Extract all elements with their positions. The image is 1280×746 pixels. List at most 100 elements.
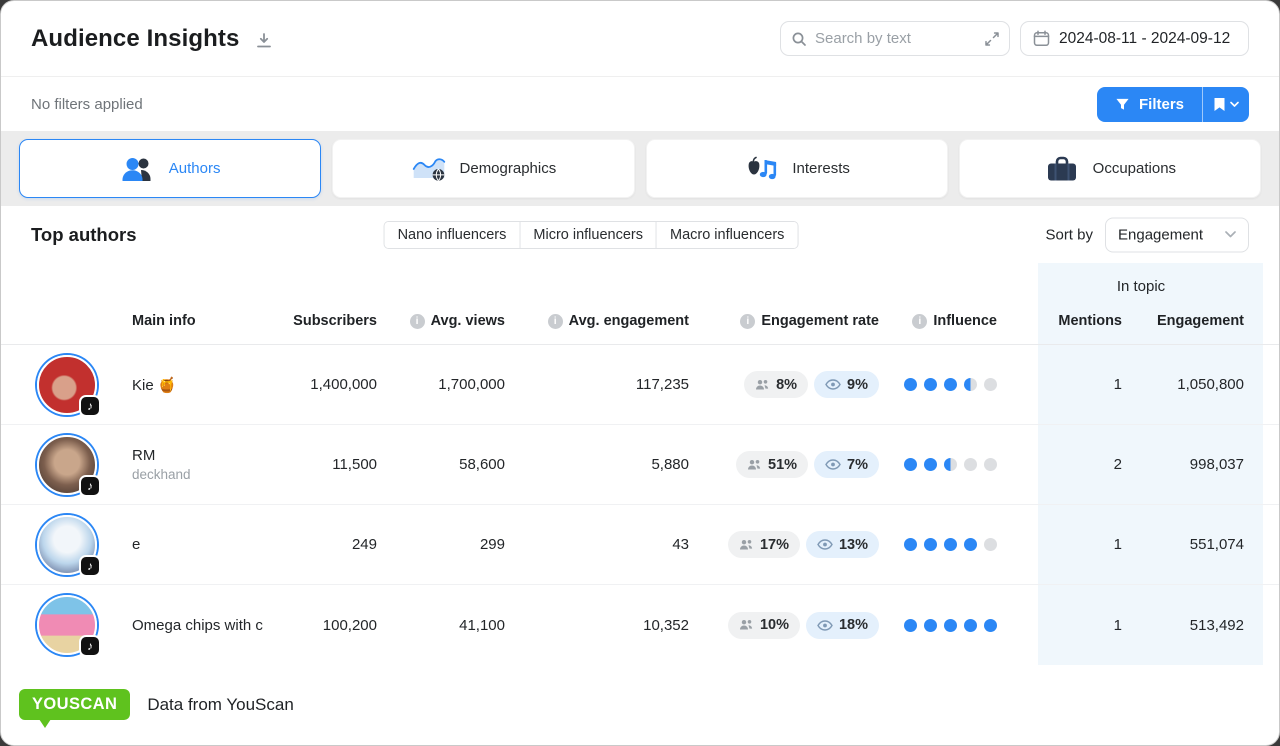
chevron-down-icon: [1230, 101, 1239, 108]
col-engagement: Engagement: [1122, 313, 1263, 344]
tab-authors-label: Authors: [169, 160, 221, 177]
subscribers-value: 100,200: [297, 617, 377, 634]
influence-dot: [984, 378, 997, 391]
topic-engagement-value: 1,050,800: [1122, 376, 1263, 393]
footer: YOUSCAN Data from YouScan: [1, 665, 1279, 720]
members-rate-badge: 10%: [728, 612, 800, 639]
download-icon[interactable]: [255, 32, 273, 50]
segment-micro-influencers[interactable]: Micro influencers: [520, 222, 657, 248]
members-icon: [739, 619, 754, 631]
mentions-value: 1: [1038, 536, 1122, 553]
tiktok-icon: ♪: [79, 395, 101, 417]
influence-dot: [964, 619, 977, 632]
filter-bar: No filters applied Filters: [1, 77, 1279, 131]
author-row[interactable]: ♪ Kie 🍯 1,400,000 1,700,000 117,235 8% 9…: [1, 345, 1279, 425]
tab-interests[interactable]: Interests: [646, 139, 948, 198]
members-icon: [747, 459, 762, 471]
topic-engagement-value: 513,492: [1122, 617, 1263, 634]
tab-demographics[interactable]: Demographics: [332, 139, 634, 198]
col-subscribers: Subscribers: [297, 313, 377, 344]
info-icon[interactable]: i: [912, 314, 927, 329]
tab-occupations-label: Occupations: [1093, 160, 1176, 177]
top-authors-table: In topic Main info Subscribers iAvg. vie…: [1, 263, 1279, 665]
avatar[interactable]: ♪: [37, 515, 97, 575]
influence-dot: [904, 619, 917, 632]
mentions-value: 2: [1038, 456, 1122, 473]
segment-macro-influencers[interactable]: Macro influencers: [657, 222, 797, 248]
tiktok-icon: ♪: [79, 555, 101, 577]
views-rate-badge: 18%: [806, 612, 879, 639]
mentions-value: 1: [1038, 617, 1122, 634]
influence-dot: [964, 458, 977, 471]
influence-dot: [984, 458, 997, 471]
author-row[interactable]: ♪ RMdeckhand 11,500 58,600 5,880 51% 7% …: [1, 425, 1279, 505]
author-name: Kie 🍯: [132, 376, 297, 394]
top-bar: Audience Insights 2024-08-11 - 2024-09-1…: [1, 1, 1279, 77]
influence-dot: [944, 458, 957, 471]
influence-dot: [924, 538, 937, 551]
filters-button[interactable]: Filters: [1097, 87, 1202, 122]
influence-dot: [944, 538, 957, 551]
date-range-picker[interactable]: 2024-08-11 - 2024-09-12: [1020, 21, 1249, 56]
funnel-icon: [1115, 97, 1130, 112]
author-row[interactable]: ♪ e 249 299 43 17% 13% 1 551,074: [1, 505, 1279, 585]
avg-views-value: 58,600: [377, 456, 505, 473]
author-name: Omega chips with c: [132, 617, 297, 634]
table-header-row: Main info Subscribers iAvg. views iAvg. …: [1, 263, 1279, 345]
subscribers-value: 249: [297, 536, 377, 553]
influence-dot: [924, 378, 937, 391]
avg-views-value: 299: [377, 536, 505, 553]
influence-dot: [904, 458, 917, 471]
col-main-info: Main info: [117, 313, 297, 344]
influence-dots: [879, 538, 997, 551]
section-title: Top authors: [31, 224, 137, 246]
avatar[interactable]: ♪: [37, 595, 97, 655]
search-input[interactable]: [815, 30, 977, 47]
influence-dot: [904, 378, 917, 391]
eye-icon: [825, 459, 841, 470]
influence-dot: [924, 619, 937, 632]
tab-strip: Authors Demographics Interests: [1, 131, 1279, 206]
avatar[interactable]: ♪: [37, 355, 97, 415]
saved-filters-button[interactable]: [1202, 87, 1249, 122]
avg-engagement-value: 10,352: [505, 617, 689, 634]
segment-nano-influencers[interactable]: Nano influencers: [385, 222, 521, 248]
influence-dot: [944, 619, 957, 632]
members-rate-badge: 8%: [744, 371, 808, 398]
subscribers-value: 11,500: [297, 456, 377, 473]
info-icon[interactable]: i: [740, 314, 755, 329]
col-avg-engagement: iAvg. engagement: [505, 313, 689, 344]
members-icon: [739, 539, 754, 551]
author-name: e: [132, 536, 297, 553]
search-box: [780, 21, 1010, 56]
tiktok-icon: ♪: [79, 635, 101, 657]
info-icon[interactable]: i: [410, 314, 425, 329]
tab-authors[interactable]: Authors: [19, 139, 321, 198]
author-row[interactable]: ♪ Omega chips with c 100,200 41,100 10,3…: [1, 585, 1279, 665]
youscan-logo: YOUSCAN: [19, 689, 130, 720]
tiktok-icon: ♪: [79, 475, 101, 497]
tab-occupations[interactable]: Occupations: [959, 139, 1261, 198]
authors-icon: [120, 155, 156, 183]
col-influence: iInfluence: [879, 313, 997, 344]
footer-attribution: Data from YouScan: [147, 695, 293, 715]
influence-dots: [879, 619, 997, 632]
avg-views-value: 1,700,000: [377, 376, 505, 393]
expand-icon[interactable]: [985, 32, 999, 46]
sort-by-label: Sort by: [1045, 226, 1093, 243]
topic-engagement-value: 551,074: [1122, 536, 1263, 553]
info-icon[interactable]: i: [548, 314, 563, 329]
tab-interests-label: Interests: [792, 160, 850, 177]
calendar-icon: [1033, 30, 1050, 47]
sort-select[interactable]: Engagement: [1105, 217, 1249, 252]
members-rate-badge: 51%: [736, 451, 808, 478]
page-title: Audience Insights: [31, 25, 239, 53]
influence-dot: [964, 538, 977, 551]
avg-engagement-value: 117,235: [505, 376, 689, 393]
audience-insights-app: Audience Insights 2024-08-11 - 2024-09-1…: [0, 0, 1280, 746]
eye-icon: [817, 539, 833, 550]
members-icon: [755, 379, 770, 391]
members-rate-badge: 17%: [728, 531, 800, 558]
influence-dot: [944, 378, 957, 391]
avatar[interactable]: ♪: [37, 435, 97, 495]
